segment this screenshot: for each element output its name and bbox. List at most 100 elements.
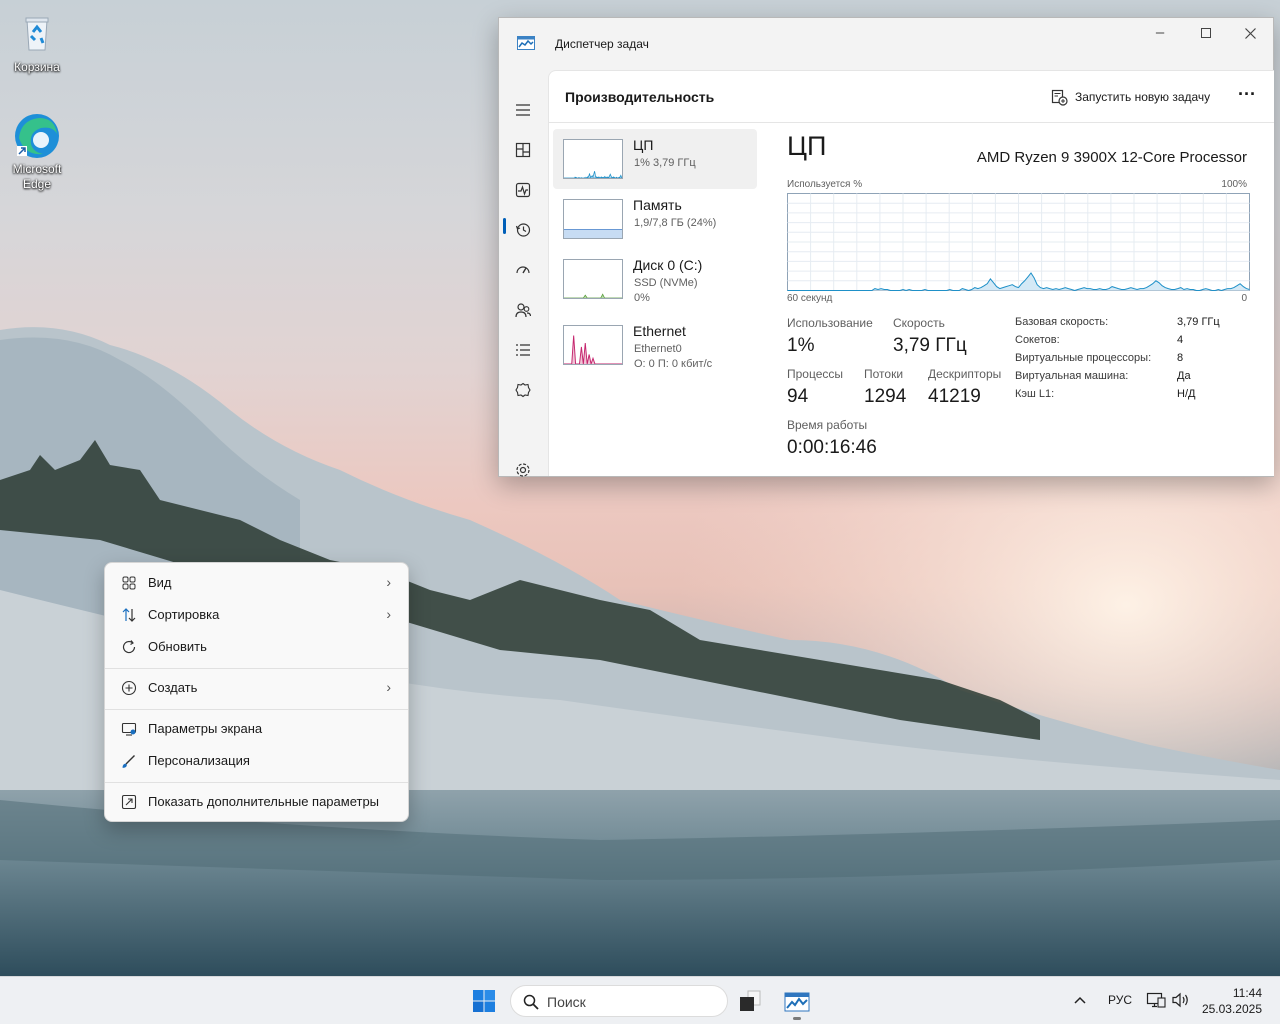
page-header: Производительность Запустить новую задач…	[549, 71, 1274, 123]
nav-settings[interactable]	[509, 456, 537, 484]
detail-key: Виртуальные процессоры:	[1015, 352, 1152, 364]
taskbar-search-box[interactable]: Поиск	[510, 985, 728, 1017]
menu-item-label: Показать дополнительные параметры	[148, 794, 380, 809]
menu-item-display-settings[interactable]: Параметры экрана	[109, 714, 405, 744]
tray-overflow-chevron-up-icon[interactable]	[1070, 991, 1090, 1011]
search-icon	[523, 994, 539, 1010]
processes-value: 94	[787, 386, 809, 407]
desktop-icon-recycle-bin[interactable]: Корзина	[0, 10, 74, 75]
minimize-button[interactable]: –	[1137, 18, 1183, 50]
detail-key: Базовая скорость:	[1015, 316, 1109, 328]
menu-item-sort[interactable]: Сортировка ›	[109, 600, 405, 630]
cpu-detail-panel: ЦП AMD Ryzen 9 3900X 12-Core Processor И…	[787, 131, 1257, 471]
clock-date[interactable]: 25.03.2025	[1202, 1002, 1262, 1016]
perf-item-detail: 1,9/7,8 ГБ (24%)	[634, 217, 717, 229]
menu-item-label: Персонализация	[148, 753, 250, 768]
cpu-model-name: AMD Ryzen 9 3900X 12-Core Processor	[976, 149, 1247, 166]
threads-label: Потоки	[864, 367, 904, 381]
disk-type: SSD (NVMe)	[634, 277, 698, 289]
desktop-icon-edge[interactable]: Microsoft Edge	[0, 112, 74, 192]
usage-value: 1%	[787, 335, 815, 356]
threads-value: 1294	[864, 386, 907, 407]
graph-ymax: 100%	[1221, 179, 1247, 190]
disk-thumbnail-graph	[563, 259, 623, 299]
nav-services[interactable]	[509, 376, 537, 404]
running-indicator	[793, 1017, 801, 1020]
nav-selected-indicator	[503, 218, 506, 234]
maximize-button[interactable]	[1183, 18, 1229, 50]
perf-item-detail: Ethernet0 О: 0 П: 0 кбит/с	[634, 342, 712, 372]
taskbar-task-manager-icon[interactable]	[782, 987, 812, 1017]
menu-button[interactable]	[509, 96, 537, 124]
uptime-value: 0:00:16:46	[787, 437, 877, 458]
brush-icon	[122, 755, 135, 768]
detail-value: 8	[1177, 352, 1184, 364]
start-button-windows-icon[interactable]	[472, 989, 496, 1013]
nav-processes[interactable]	[509, 136, 537, 164]
chevron-right-icon: ›	[386, 606, 391, 622]
menu-item-new[interactable]: Создать ›	[109, 673, 405, 703]
nav-startup-apps[interactable]	[509, 256, 537, 284]
details-icon	[516, 344, 530, 356]
throughput: О: 0 П: 0 кбит/с	[634, 358, 713, 370]
menu-item-label: Вид	[148, 575, 172, 590]
detail-key: Виртуальная машина:	[1015, 370, 1129, 382]
memory-thumbnail-fill	[564, 229, 622, 238]
settings-gear-icon	[516, 463, 530, 477]
detail-value: 3,79 ГГц	[1177, 316, 1220, 328]
speed-label: Скорость	[893, 316, 945, 330]
speed-value: 3,79 ГГц	[893, 335, 967, 356]
perf-item-name: ЦП	[633, 137, 654, 153]
perf-item-ethernet[interactable]: Ethernet Ethernet0 О: 0 П: 0 кбит/с	[553, 315, 757, 375]
memory-thumbnail-graph	[563, 199, 623, 239]
uptime-label: Время работы	[787, 418, 868, 432]
network-wired-icon[interactable]	[1146, 991, 1166, 1009]
volume-speaker-icon[interactable]	[1171, 991, 1191, 1009]
cpu-usage-graph	[787, 193, 1250, 291]
nav-app-history[interactable]	[509, 216, 537, 244]
detail-key: Кэш L1:	[1015, 388, 1055, 400]
usage-label: Использование	[787, 316, 873, 330]
menu-separator	[105, 709, 408, 710]
cpu-thumbnail-line	[564, 171, 622, 178]
desktop-icon-label: Microsoft Edge	[12, 162, 62, 191]
nav-users[interactable]	[509, 296, 537, 324]
task-view-icon[interactable]	[738, 989, 762, 1013]
nav-performance[interactable]	[509, 176, 537, 204]
handles-value: 41219	[928, 386, 981, 407]
hamburger-menu-icon	[516, 104, 530, 116]
detail-value: Н/Д	[1177, 388, 1196, 400]
close-button[interactable]	[1227, 18, 1273, 50]
more-options-button[interactable]: ···	[1235, 85, 1259, 109]
menu-item-label: Сортировка	[148, 607, 220, 622]
nav-details[interactable]	[509, 336, 537, 364]
disk-thumbnail-line	[564, 293, 622, 298]
menu-item-view[interactable]: Вид ›	[109, 568, 405, 598]
title-bar[interactable]: Диспетчер задач –	[499, 18, 1273, 70]
menu-item-refresh[interactable]: Обновить	[109, 632, 405, 662]
menu-item-show-more-options[interactable]: Показать дополнительные параметры	[109, 787, 405, 817]
perf-item-name: Диск 0 (C:)	[633, 257, 703, 273]
input-language-indicator[interactable]: РУС	[1108, 993, 1132, 1007]
task-manager-window[interactable]: Диспетчер задач – Производительность Зап…	[498, 17, 1274, 477]
perf-item-name: Ethernet	[633, 323, 686, 339]
menu-item-label: Параметры экрана	[148, 721, 263, 736]
clock-time[interactable]: 11:44	[1233, 986, 1262, 1000]
refresh-icon	[122, 640, 136, 654]
detail-key: Сокетов:	[1015, 334, 1060, 346]
services-icon	[515, 382, 531, 398]
perf-item-cpu[interactable]: ЦП 1% 3,79 ГГц	[553, 129, 757, 189]
menu-item-label: Создать	[148, 680, 198, 695]
history-icon	[515, 223, 531, 237]
adapter-name: Ethernet0	[634, 343, 682, 355]
perf-item-disk[interactable]: Диск 0 (C:) SSD (NVMe) 0%	[553, 249, 757, 309]
graph-grid	[787, 193, 1250, 291]
graph-ymin: 0	[1241, 293, 1247, 304]
cpu-heading: ЦП	[787, 131, 827, 161]
sort-icon	[122, 608, 136, 622]
perf-item-memory[interactable]: Память 1,9/7,8 ГБ (24%)	[553, 189, 757, 249]
search-placeholder: Поиск	[547, 994, 586, 1010]
menu-item-personalize[interactable]: Персонализация	[109, 746, 405, 776]
edge-icon	[15, 114, 59, 158]
perf-item-name: Память	[633, 197, 682, 213]
